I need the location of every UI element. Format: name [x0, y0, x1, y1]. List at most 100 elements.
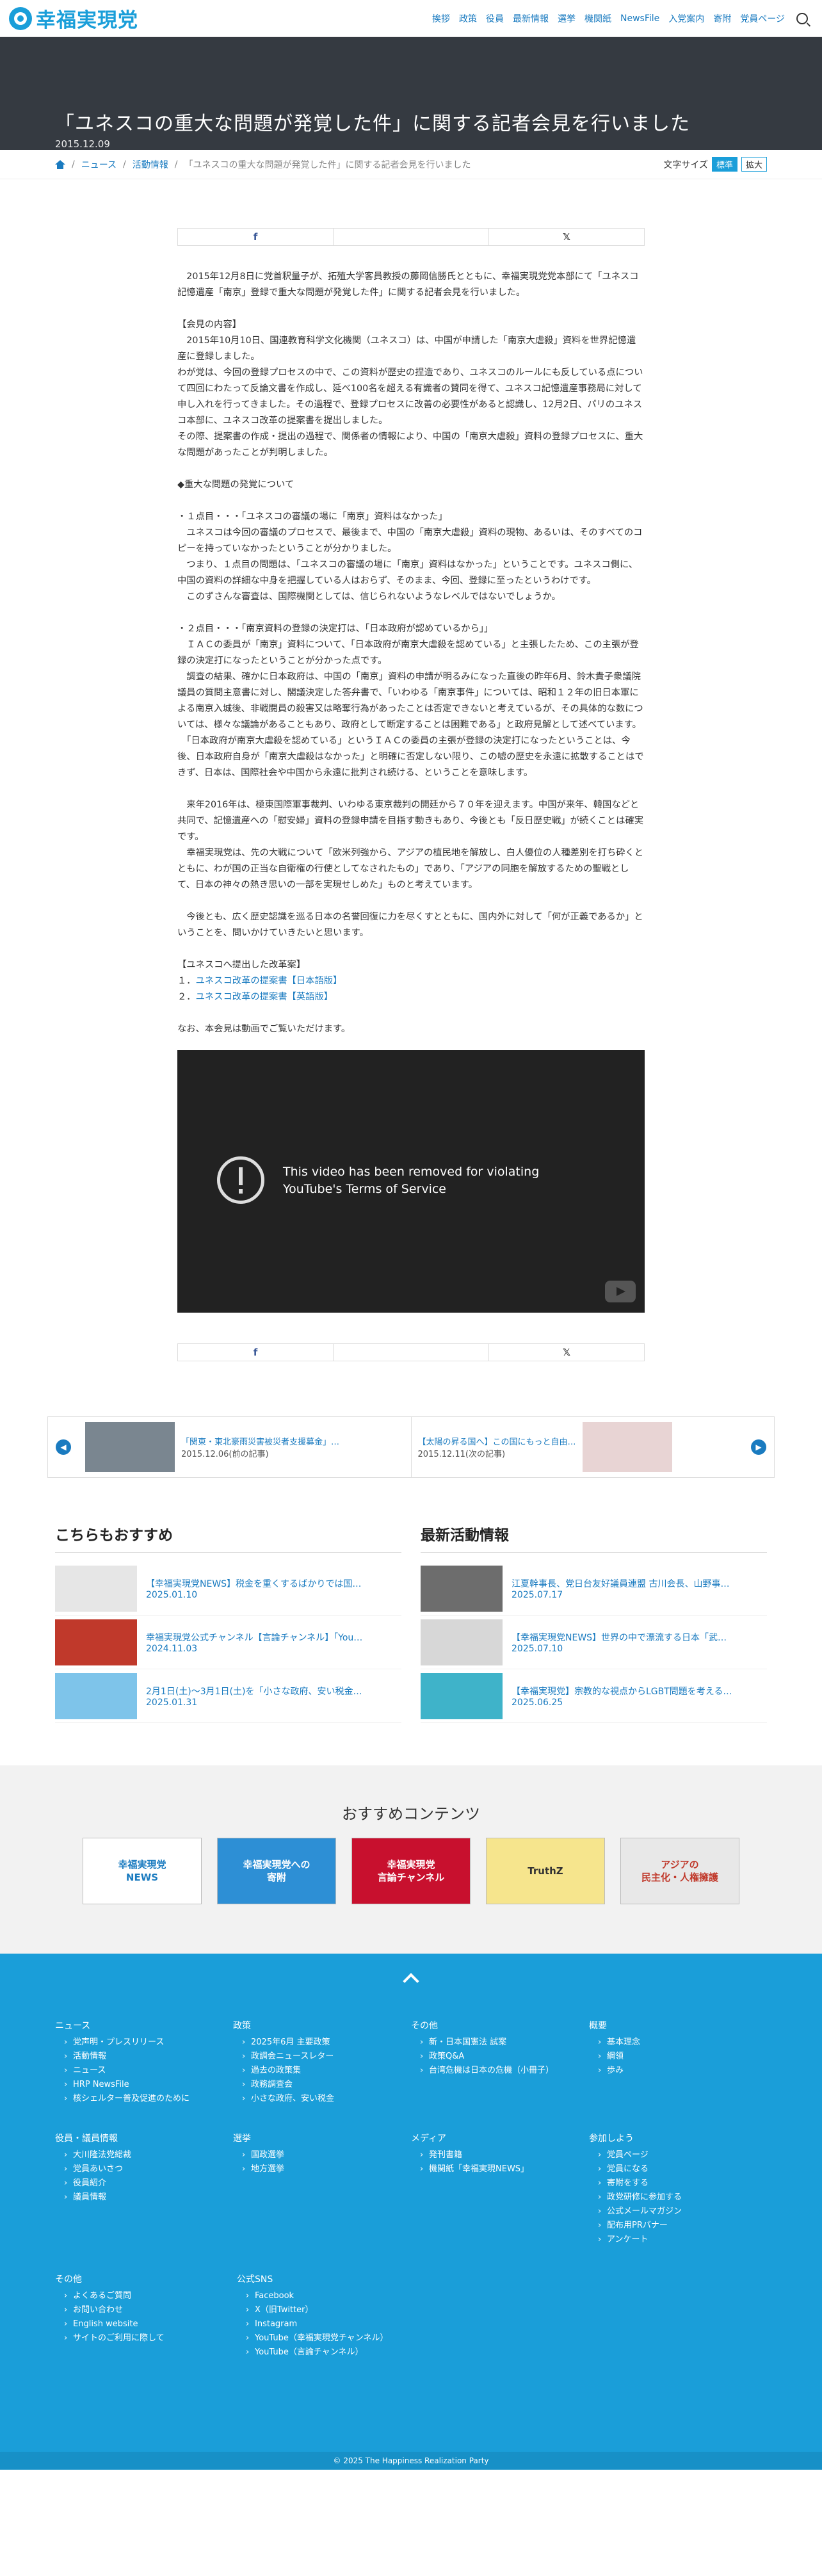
back-to-top-icon[interactable]: [401, 1972, 421, 1991]
x-share-icon[interactable]: 𝕏: [489, 229, 644, 245]
nav-item-join[interactable]: 入党案内: [668, 12, 704, 25]
banner-asia[interactable]: アジアの 民主化・人権擁護: [620, 1838, 739, 1904]
footer-link[interactable]: 政策Q&A: [411, 2050, 589, 2064]
x-share-icon[interactable]: 𝕏: [489, 1344, 644, 1361]
proposal-link-en[interactable]: ユネスコ改革の提案書【英語版】: [196, 992, 333, 1002]
footer-link[interactable]: 党員ページ: [589, 2148, 767, 2162]
list-item[interactable]: 江夏幹事長、党日台友好議員連盟 古川会長、山野事… 2025.07.17: [421, 1562, 767, 1616]
footer-link[interactable]: 活動情報: [55, 2050, 233, 2064]
footer-link[interactable]: X（旧Twitter）: [237, 2303, 419, 2317]
next-title[interactable]: 【太陽の昇る国へ】この国にもっと自由…: [418, 1435, 576, 1447]
nav-item-newsfile[interactable]: NewsFile: [620, 13, 659, 24]
youtube-logo-icon[interactable]: [605, 1281, 636, 1302]
banner-channel[interactable]: 幸福実現党 言論チャンネル: [351, 1838, 471, 1904]
prev-arrow[interactable]: ◀: [48, 1417, 79, 1477]
footer-link[interactable]: 小さな政府、安い税金: [233, 2092, 411, 2106]
nav-item-officers[interactable]: 役員: [486, 12, 504, 25]
footer-heading[interactable]: 概要: [589, 2019, 767, 2032]
footer-link[interactable]: 機関紙「幸福実現NEWS」: [411, 2162, 589, 2176]
footer-link[interactable]: アンケート: [589, 2233, 767, 2247]
footer-link[interactable]: サイトのご利用に際して: [55, 2331, 237, 2345]
nav-item-greeting[interactable]: 挨拶: [432, 12, 450, 25]
banner-donate[interactable]: 幸福実現党への 寄附: [217, 1838, 336, 1904]
footer-link[interactable]: 綱領: [589, 2050, 767, 2064]
font-size-standard-button[interactable]: 標準: [711, 157, 737, 172]
footer-link[interactable]: English website: [55, 2317, 237, 2331]
footer-link[interactable]: 議員情報: [55, 2191, 233, 2205]
footer-link[interactable]: 党声明・プレスリリース: [55, 2036, 233, 2050]
list-item[interactable]: 【幸福実現党】宗教的な視点からLGBT問題を考える… 2025.06.25: [421, 1669, 767, 1723]
footer-link[interactable]: 配布用PRバナー: [589, 2219, 767, 2233]
next-article[interactable]: 【太陽の昇る国へ】この国にもっと自由… 2015.12.11(次の記事): [412, 1417, 744, 1477]
share-bar-top: f 𝕏: [177, 228, 645, 246]
list-item[interactable]: 2月1日(土)～3月1日(土)を「小さな政府、安い税金… 2025.01.31: [55, 1669, 401, 1723]
footer-heading[interactable]: 選挙: [233, 2132, 411, 2144]
footer-heading[interactable]: 参加しよう: [589, 2132, 767, 2144]
proposal-link-ja[interactable]: ユネスコ改革の提案書【日本語版】: [196, 976, 342, 986]
prev-date: 2015.12.06(前の記事): [181, 1450, 269, 1459]
share-bar-bottom: f 𝕏: [177, 1343, 645, 1361]
footer-link[interactable]: YouTube（言論チャンネル）: [237, 2345, 419, 2360]
footer-heading[interactable]: 役員・議員情報: [55, 2132, 233, 2144]
footer-heading[interactable]: ニュース: [55, 2019, 233, 2032]
site-header: 幸福実現党 挨拶 政策 役員 最新情報 選挙 機関紙 NewsFile 入党案内…: [0, 0, 822, 37]
footer-link[interactable]: 寄附をする: [589, 2176, 767, 2191]
footer-heading[interactable]: その他: [55, 2272, 237, 2285]
footer-link[interactable]: Facebook: [237, 2289, 419, 2303]
home-icon[interactable]: [55, 159, 65, 169]
footer-link[interactable]: 党員になる: [589, 2162, 767, 2176]
footer-link[interactable]: よくあるご質問: [55, 2289, 237, 2303]
footer-heading[interactable]: 公式SNS: [237, 2272, 419, 2285]
prev-title[interactable]: 「関東・東北豪雨災害被災者支援募金」…: [181, 1435, 339, 1447]
nav-item-donate[interactable]: 寄附: [713, 12, 731, 25]
footer-link[interactable]: 基本理念: [589, 2036, 767, 2050]
list-item[interactable]: 【幸福実現党NEWS】税金を重くするばかりでは国… 2025.01.10: [55, 1562, 401, 1616]
footer-link[interactable]: HRP NewsFile: [55, 2078, 233, 2092]
font-size-large-button[interactable]: 拡大: [741, 157, 767, 172]
footer-link[interactable]: 大川隆法党総裁: [55, 2148, 233, 2162]
footer-link[interactable]: 役員紹介: [55, 2176, 233, 2191]
footer-link[interactable]: 国政選挙: [233, 2148, 411, 2162]
footer-link[interactable]: 地方選挙: [233, 2162, 411, 2176]
list-item[interactable]: 幸福実現党公式チャンネル【言論チャンネル】「You… 2024.11.03: [55, 1616, 401, 1669]
footer-link[interactable]: 核シェルター普及促進のために: [55, 2092, 233, 2106]
breadcrumb-activity[interactable]: 活動情報: [133, 158, 168, 171]
next-arrow[interactable]: ▶: [743, 1417, 774, 1477]
footer-link[interactable]: 政調会ニュースレター: [233, 2050, 411, 2064]
footer-link[interactable]: 過去の政策集: [233, 2064, 411, 2078]
facebook-share-icon[interactable]: f: [178, 229, 333, 245]
footer-link[interactable]: 発刊書籍: [411, 2148, 589, 2162]
footer-link[interactable]: 政党研修に参加する: [589, 2191, 767, 2205]
search-icon[interactable]: [796, 12, 808, 24]
footer-link[interactable]: 新・日本国憲法 試案: [411, 2036, 589, 2050]
footer-link[interactable]: 政務調査会: [233, 2078, 411, 2092]
breadcrumb-news[interactable]: ニュース: [81, 158, 117, 171]
video-player[interactable]: This video has been removed for violatin…: [177, 1050, 645, 1313]
footer-link[interactable]: Instagram: [237, 2317, 419, 2331]
facebook-share-icon[interactable]: f: [178, 1344, 333, 1361]
article-paragraph: なお、本会見は動画でご覧いただけます。: [177, 1024, 351, 1034]
footer-heading[interactable]: その他: [411, 2019, 589, 2032]
prev-article[interactable]: 「関東・東北豪雨災害被災者支援募金」… 2015.12.06(前の記事): [79, 1417, 411, 1477]
nav-item-election[interactable]: 選挙: [558, 12, 576, 25]
footer-column: 概要基本理念綱領歩み: [589, 2019, 767, 2106]
list-item[interactable]: 【幸福実現党NEWS】世界の中で漂流する日本「武… 2025.07.10: [421, 1616, 767, 1669]
banner-news[interactable]: 幸福実現党 NEWS: [83, 1838, 202, 1904]
footer-link[interactable]: 党員あいさつ: [55, 2162, 233, 2176]
footer-link[interactable]: 歩み: [589, 2064, 767, 2078]
footer-heading[interactable]: メディア: [411, 2132, 589, 2144]
nav-item-member-page[interactable]: 党員ページ: [740, 12, 785, 25]
footer-link[interactable]: 公式メールマガジン: [589, 2205, 767, 2219]
site-logo[interactable]: 幸福実現党: [9, 4, 138, 33]
banner-truthz[interactable]: TruthZ: [486, 1838, 605, 1904]
footer-link[interactable]: 台湾危機は日本の危機（小冊子）: [411, 2064, 589, 2078]
footer-link[interactable]: YouTube（幸福実現党チャンネル）: [237, 2331, 419, 2345]
nav-item-policy[interactable]: 政策: [459, 12, 477, 25]
footer-heading[interactable]: 政策: [233, 2019, 411, 2032]
footer-link[interactable]: お問い合わせ: [55, 2303, 237, 2317]
nav-item-journal[interactable]: 機関紙: [584, 12, 611, 25]
footer-link[interactable]: ニュース: [55, 2064, 233, 2078]
footer-link[interactable]: 2025年6月 主要政策: [233, 2036, 411, 2050]
nav-item-latest[interactable]: 最新情報: [513, 12, 549, 25]
font-size-label: 文字サイズ: [663, 159, 708, 170]
